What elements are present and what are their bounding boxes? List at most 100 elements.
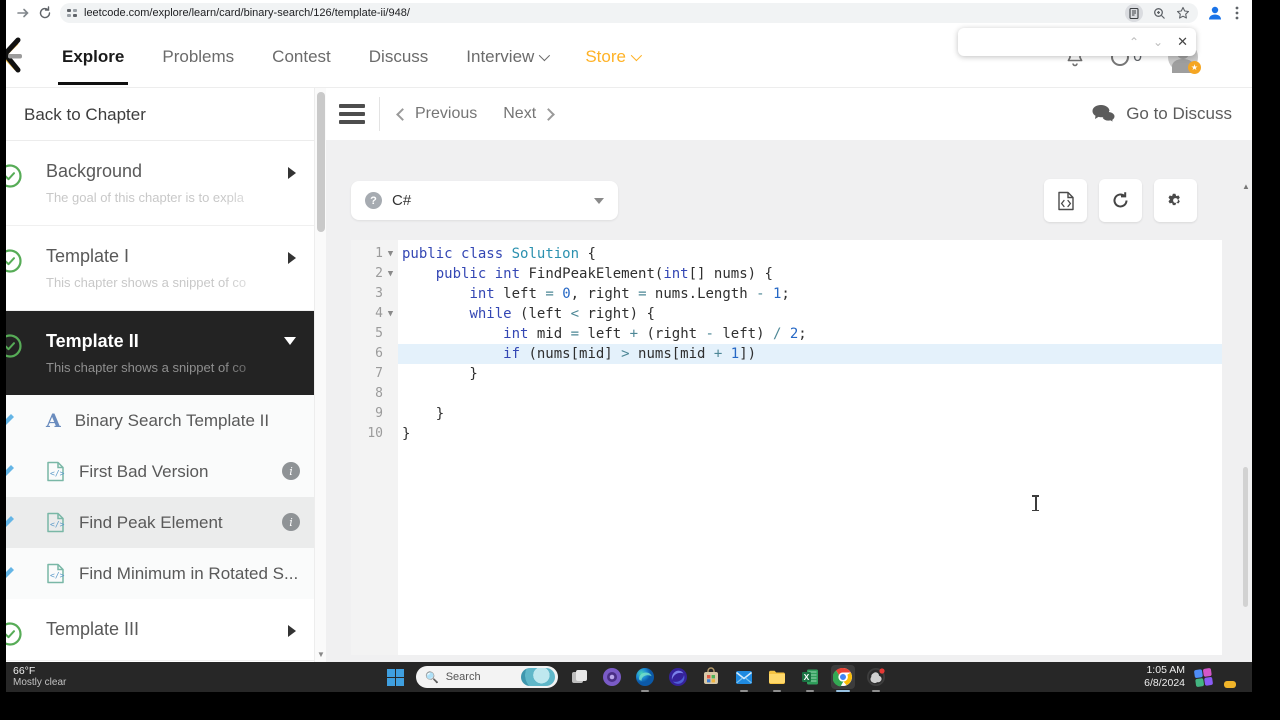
chevron-right-icon[interactable] xyxy=(288,625,296,637)
reset-code-button[interactable] xyxy=(1099,179,1142,222)
windows-start-button[interactable] xyxy=(383,665,407,689)
bookmark-star-icon[interactable] xyxy=(1176,6,1190,20)
previous-button[interactable]: Previous xyxy=(396,105,477,123)
tray-app-icon[interactable] xyxy=(1193,667,1214,687)
browser-toolbar: leetcode.com/explore/learn/card/binary-s… xyxy=(6,0,1252,26)
lesson-label: Find Peak Element xyxy=(79,512,223,532)
forward-arrow-icon[interactable] xyxy=(12,2,34,24)
chapter-background[interactable]: Background The goal of this chapter is to… xyxy=(6,141,314,226)
code-line-10[interactable]: 10} xyxy=(351,424,1222,444)
lesson-label: Binary Search Template II xyxy=(74,410,270,430)
code-line-7[interactable]: 7 } xyxy=(351,364,1222,384)
code-line-5[interactable]: 5 int mid = left + (right - left) / 2; xyxy=(351,324,1222,344)
fold-arrow-icon[interactable]: ▼ xyxy=(383,304,398,324)
settings-gear-button[interactable] xyxy=(1154,179,1197,222)
url-bar[interactable]: leetcode.com/explore/learn/card/binary-s… xyxy=(60,3,1198,23)
find-close-icon[interactable]: ✕ xyxy=(1177,34,1188,50)
taskbar-search[interactable]: 🔍 Search xyxy=(416,666,558,688)
code-lines: 1 ▼ public class Solution {2 ▼ public int F… xyxy=(351,240,1222,444)
nav-link-interview[interactable]: Interview xyxy=(466,26,551,87)
nav-link-label: Store xyxy=(585,46,626,66)
nav-link-contest[interactable]: Contest xyxy=(272,26,331,87)
taskbar-app-mail[interactable] xyxy=(732,665,756,692)
code-line-3[interactable]: 3 int left = 0, right = nums.Length - 1; xyxy=(351,284,1222,304)
chapter-title: Template II xyxy=(46,331,139,351)
code-line-6[interactable]: 6 if (nums[mid] > nums[mid + 1]) xyxy=(351,344,1222,364)
chevron-down-icon[interactable] xyxy=(284,337,296,345)
chapter-template-ii[interactable]: Template II This chapter shows a snippet … xyxy=(6,311,314,395)
code-line-1[interactable]: 1 ▼ public class Solution { xyxy=(351,244,1222,264)
content-scroll-up-icon[interactable]: ▲ xyxy=(1242,182,1250,191)
taskbar-app-task-view[interactable] xyxy=(567,665,591,689)
code-text: int left = 0, right = nums.Length - 1; xyxy=(469,286,790,302)
taskbar-app-swirl-app[interactable] xyxy=(666,665,690,689)
info-icon[interactable]: i xyxy=(282,513,300,531)
lesson-label: Find Minimum in Rotated S... xyxy=(79,563,299,583)
chapter-title: Background xyxy=(46,161,143,181)
taskbar-app-excel[interactable]: X xyxy=(798,665,822,692)
reader-mode-icon[interactable] xyxy=(1125,4,1143,22)
search-icon: 🔍 xyxy=(425,671,439,684)
reload-icon[interactable] xyxy=(34,2,56,24)
content-scrollbar[interactable]: ▲ xyxy=(1242,182,1250,652)
find-prev-icon[interactable]: ⌃ xyxy=(1129,35,1139,49)
chapter-template-iii[interactable]: Template III xyxy=(6,599,314,661)
nav-link-problems[interactable]: Problems xyxy=(162,26,234,87)
fold-arrow-icon[interactable]: ▼ xyxy=(383,244,398,264)
chevron-down-icon xyxy=(539,49,551,61)
sidebar-scrollbar[interactable]: ▼ xyxy=(314,88,326,662)
code-line-2[interactable]: 2 ▼ public int FindPeakElement(int[] nums… xyxy=(351,264,1222,284)
back-to-chapter-link[interactable]: Back to Chapter xyxy=(6,88,314,141)
lesson-first-bad-version[interactable]: </> First Bad Version i xyxy=(6,446,314,497)
discuss-bubbles-icon xyxy=(1092,105,1116,124)
content-scrollbar-thumb[interactable] xyxy=(1243,467,1248,607)
sidebar-scrollbar-thumb[interactable] xyxy=(317,92,325,232)
next-button[interactable]: Next xyxy=(503,105,556,123)
browser-profile-icon[interactable] xyxy=(1204,2,1226,24)
zoom-icon[interactable] xyxy=(1153,7,1166,20)
weather-widget[interactable]: 66°F Mostly clear xyxy=(13,665,66,689)
code-line-4[interactable]: 4 ▼ while (left < right) { xyxy=(351,304,1222,324)
line-number: 9 xyxy=(375,406,383,421)
sidebar-scroll-down-icon[interactable]: ▼ xyxy=(317,650,325,659)
chevron-right-icon[interactable] xyxy=(288,252,296,264)
chevron-right-icon[interactable] xyxy=(288,167,296,179)
site-info-icon[interactable] xyxy=(66,7,78,19)
taskbar-app-edge[interactable] xyxy=(633,665,657,692)
code-file-button[interactable] xyxy=(1044,179,1087,222)
lesson-binary-search-template-ii[interactable]: A Binary Search Template II xyxy=(6,395,314,446)
taskbar-app-purple-app[interactable] xyxy=(600,665,624,689)
taskbar-clock[interactable]: 1:05 AM 6/8/2024 xyxy=(1144,664,1185,690)
code-editor[interactable]: 1 ▼ public class Solution {2 ▼ public int F… xyxy=(351,240,1222,655)
lesson-find-minimum-in-rotated-s-[interactable]: </> Find Minimum in Rotated S... xyxy=(6,548,314,599)
chapter-subtitle: This chapter shows a snippet of co xyxy=(46,275,247,290)
nav-link-explore[interactable]: Explore xyxy=(57,26,129,87)
article-icon: A xyxy=(46,409,61,432)
taskbar-app-file-explorer[interactable] xyxy=(765,665,789,692)
menu-hamburger-icon[interactable] xyxy=(339,104,365,124)
chapter-title: Template III xyxy=(46,619,140,639)
browser-menu-icon[interactable] xyxy=(1226,2,1248,24)
code-line-8[interactable]: 8 xyxy=(351,384,1222,404)
fold-arrow-icon[interactable]: ▼ xyxy=(383,264,398,284)
chapter-progress-icon xyxy=(6,248,23,274)
nav-link-label: Explore xyxy=(62,46,125,66)
code-line-9[interactable]: 9 } xyxy=(351,404,1222,424)
go-to-discuss-button[interactable]: Go to Discuss xyxy=(1091,104,1232,124)
url-text[interactable]: leetcode.com/explore/learn/card/binary-s… xyxy=(84,7,1125,19)
info-icon[interactable]: i xyxy=(282,462,300,480)
leetcode-logo-icon[interactable] xyxy=(6,37,36,77)
taskbar-app-chrome[interactable] xyxy=(831,665,855,692)
chapter-template-i[interactable]: Template I This chapter shows a snippet o… xyxy=(6,226,314,311)
taskbar-app-obs[interactable] xyxy=(864,665,888,692)
find-in-page-bar[interactable]: ⌃ ⌄ ✕ xyxy=(958,28,1196,56)
fold-gutter xyxy=(383,344,398,364)
find-next-icon[interactable]: ⌄ xyxy=(1153,35,1163,49)
lesson-find-peak-element[interactable]: </> Find Peak Element i xyxy=(6,497,314,548)
line-number: 7 xyxy=(375,366,383,381)
taskbar-app-store[interactable] xyxy=(699,665,723,689)
nav-link-store[interactable]: Store xyxy=(585,26,643,87)
language-select[interactable]: ? C# xyxy=(351,181,618,220)
nav-link-discuss[interactable]: Discuss xyxy=(369,26,429,87)
lesson-list: A Binary Search Template II </> First Bad V… xyxy=(6,395,314,599)
